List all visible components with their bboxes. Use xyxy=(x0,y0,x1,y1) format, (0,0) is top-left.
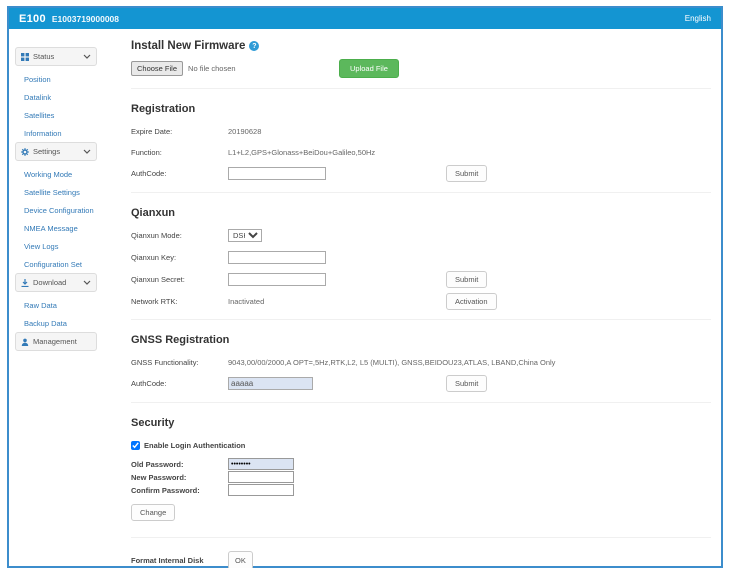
gnss-functionality-value: 9043,00/00/2000,A OPT=,5Hz,RTK,L2, L5 (M… xyxy=(228,357,556,367)
section-divider xyxy=(131,319,711,320)
registration-authcode-input[interactable] xyxy=(228,167,326,180)
content-area: Status Position Datalink Satellites Info… xyxy=(9,29,721,568)
function-value: L1+L2,GPS+Glonass+BeiDou+Galileo,50Hz xyxy=(228,147,376,157)
choose-file-button[interactable]: Choose File xyxy=(131,61,184,76)
qianxun-secret-label: Qianxun Secret: xyxy=(131,275,185,284)
registration-submit-button[interactable]: Submit xyxy=(446,165,488,182)
sidebar-group-label: Management xyxy=(33,337,77,346)
sidebar-group-label: Download xyxy=(33,278,67,287)
sidebar-item-backup-data[interactable]: Backup Data xyxy=(15,314,121,332)
sidebar-group-status[interactable]: Status xyxy=(15,47,97,66)
sidebar-group-download[interactable]: Download xyxy=(15,273,97,292)
device-actions: Format Internal Disk OK Self Test OK Res… xyxy=(131,551,711,568)
sidebar-item-nmea-message[interactable]: NMEA Message xyxy=(15,219,121,237)
format-disk-ok-button[interactable]: OK xyxy=(228,551,253,568)
qianxun-key-row: Qianxun Key: xyxy=(131,251,711,264)
enable-login-auth-label: Enable Login Authentication xyxy=(144,441,246,450)
gnss-authcode-label: AuthCode: xyxy=(131,379,167,388)
confirm-password-row: Confirm Password: xyxy=(131,484,711,496)
no-file-chosen-text: No file chosen xyxy=(188,64,236,73)
sidebar-group-label: Status xyxy=(33,52,55,61)
qianxun-mode-select[interactable]: DSK xyxy=(228,229,262,242)
authcode-label: AuthCode: xyxy=(131,169,167,178)
sidebar-item-view-logs[interactable]: View Logs xyxy=(15,237,121,255)
network-rtk-row: Network RTK: Inactivated Activation xyxy=(131,292,711,310)
section-divider xyxy=(131,402,711,403)
chevron-down-icon xyxy=(83,280,91,285)
sidebar-item-device-configuration[interactable]: Device Configuration xyxy=(15,201,121,219)
security-section-title: Security xyxy=(131,417,175,429)
network-rtk-value: Inactivated xyxy=(228,296,265,306)
new-password-row: New Password: xyxy=(131,471,711,483)
enable-login-auth-row: Enable Login Authentication xyxy=(131,441,711,450)
format-disk-label: Format Internal Disk xyxy=(131,556,204,565)
firmware-upload-row: Choose File No file chosen Upload File xyxy=(131,59,711,78)
confirm-password-input[interactable] xyxy=(228,484,294,496)
qianxun-submit-button[interactable]: Submit xyxy=(446,271,488,288)
qianxun-key-input[interactable] xyxy=(228,251,326,264)
enable-login-auth-checkbox[interactable] xyxy=(131,441,140,450)
upload-file-button[interactable]: Upload File xyxy=(339,59,399,78)
gnss-authcode-input[interactable] xyxy=(228,377,313,390)
expire-date-row: Expire Date: 20190628 xyxy=(131,125,711,137)
sidebar-item-position[interactable]: Position xyxy=(15,70,121,88)
expire-date-label: Expire Date: xyxy=(131,126,173,136)
gnss-authcode-row: AuthCode: Submit xyxy=(131,375,711,392)
format-disk-row: Format Internal Disk OK xyxy=(131,551,711,568)
app-window: E100 E1003719000008 English Status Posit… xyxy=(7,6,723,568)
header-bar: E100 E1003719000008 English xyxy=(9,8,721,29)
sidebar-item-datalink[interactable]: Datalink xyxy=(15,88,121,106)
sidebar-item-satellite-settings[interactable]: Satellite Settings xyxy=(15,183,121,201)
section-divider xyxy=(131,88,711,89)
qianxun-mode-label: Qianxun Mode: xyxy=(131,231,182,240)
registration-authcode-row: AuthCode: Submit xyxy=(131,165,711,182)
new-password-label: New Password: xyxy=(131,472,187,482)
firmware-section-title: Install New Firmware ? xyxy=(131,40,711,52)
management-icon xyxy=(21,338,29,346)
gear-icon xyxy=(21,147,29,156)
qianxun-section-title: Qianxun xyxy=(131,207,176,219)
activation-button[interactable]: Activation xyxy=(446,292,497,310)
registration-section-title: Registration xyxy=(131,103,196,115)
qianxun-secret-input[interactable] xyxy=(228,273,326,286)
sidebar-item-satellites[interactable]: Satellites xyxy=(15,106,121,124)
main-panel: Install New Firmware ? Choose File No fi… xyxy=(121,29,721,568)
sidebar-group-settings[interactable]: Settings xyxy=(15,142,97,161)
device-serial: E1003719000008 xyxy=(51,13,120,24)
sidebar: Status Position Datalink Satellites Info… xyxy=(9,29,121,568)
section-divider xyxy=(131,537,711,538)
network-rtk-label: Network RTK: xyxy=(131,296,178,306)
sidebar-item-working-mode[interactable]: Working Mode xyxy=(15,165,121,183)
function-row: Function: L1+L2,GPS+Glonass+BeiDou+Galil… xyxy=(131,146,711,158)
section-divider xyxy=(131,192,711,193)
language-link[interactable]: English xyxy=(685,14,711,23)
old-password-label: Old Password: xyxy=(131,459,184,469)
info-icon[interactable]: ? xyxy=(249,41,260,51)
expire-date-value: 20190628 xyxy=(228,126,262,136)
qianxun-key-label: Qianxun Key: xyxy=(131,253,177,262)
old-password-input[interactable] xyxy=(228,458,294,470)
function-label: Function: xyxy=(131,147,162,157)
sidebar-item-information[interactable]: Information xyxy=(15,124,121,142)
qianxun-mode-row: Qianxun Mode: DSK xyxy=(131,229,711,242)
confirm-password-label: Confirm Password: xyxy=(131,485,200,495)
sidebar-group-management[interactable]: Management xyxy=(15,332,97,351)
sidebar-item-configuration-set[interactable]: Configuration Set xyxy=(15,255,121,273)
firmware-title-text: Install New Firmware xyxy=(131,40,246,52)
device-model: E100 xyxy=(19,12,46,25)
gnss-functionality-label: GNSS Functionality: xyxy=(131,357,199,367)
sidebar-group-label: Settings xyxy=(33,147,61,156)
sidebar-item-raw-data[interactable]: Raw Data xyxy=(15,296,121,314)
grid-icon xyxy=(21,52,29,61)
gnss-registration-section-title: GNSS Registration xyxy=(131,334,230,346)
gnss-functionality-row: GNSS Functionality: 9043,00/00/2000,A OP… xyxy=(131,356,711,368)
chevron-down-icon xyxy=(83,149,91,154)
qianxun-secret-row: Qianxun Secret: Submit xyxy=(131,271,711,288)
change-password-button[interactable]: Change xyxy=(131,504,176,521)
download-icon xyxy=(21,278,29,287)
new-password-input[interactable] xyxy=(228,471,294,483)
gnss-submit-button[interactable]: Submit xyxy=(446,375,488,392)
old-password-row: Old Password: xyxy=(131,458,711,470)
chevron-down-icon xyxy=(83,54,91,59)
